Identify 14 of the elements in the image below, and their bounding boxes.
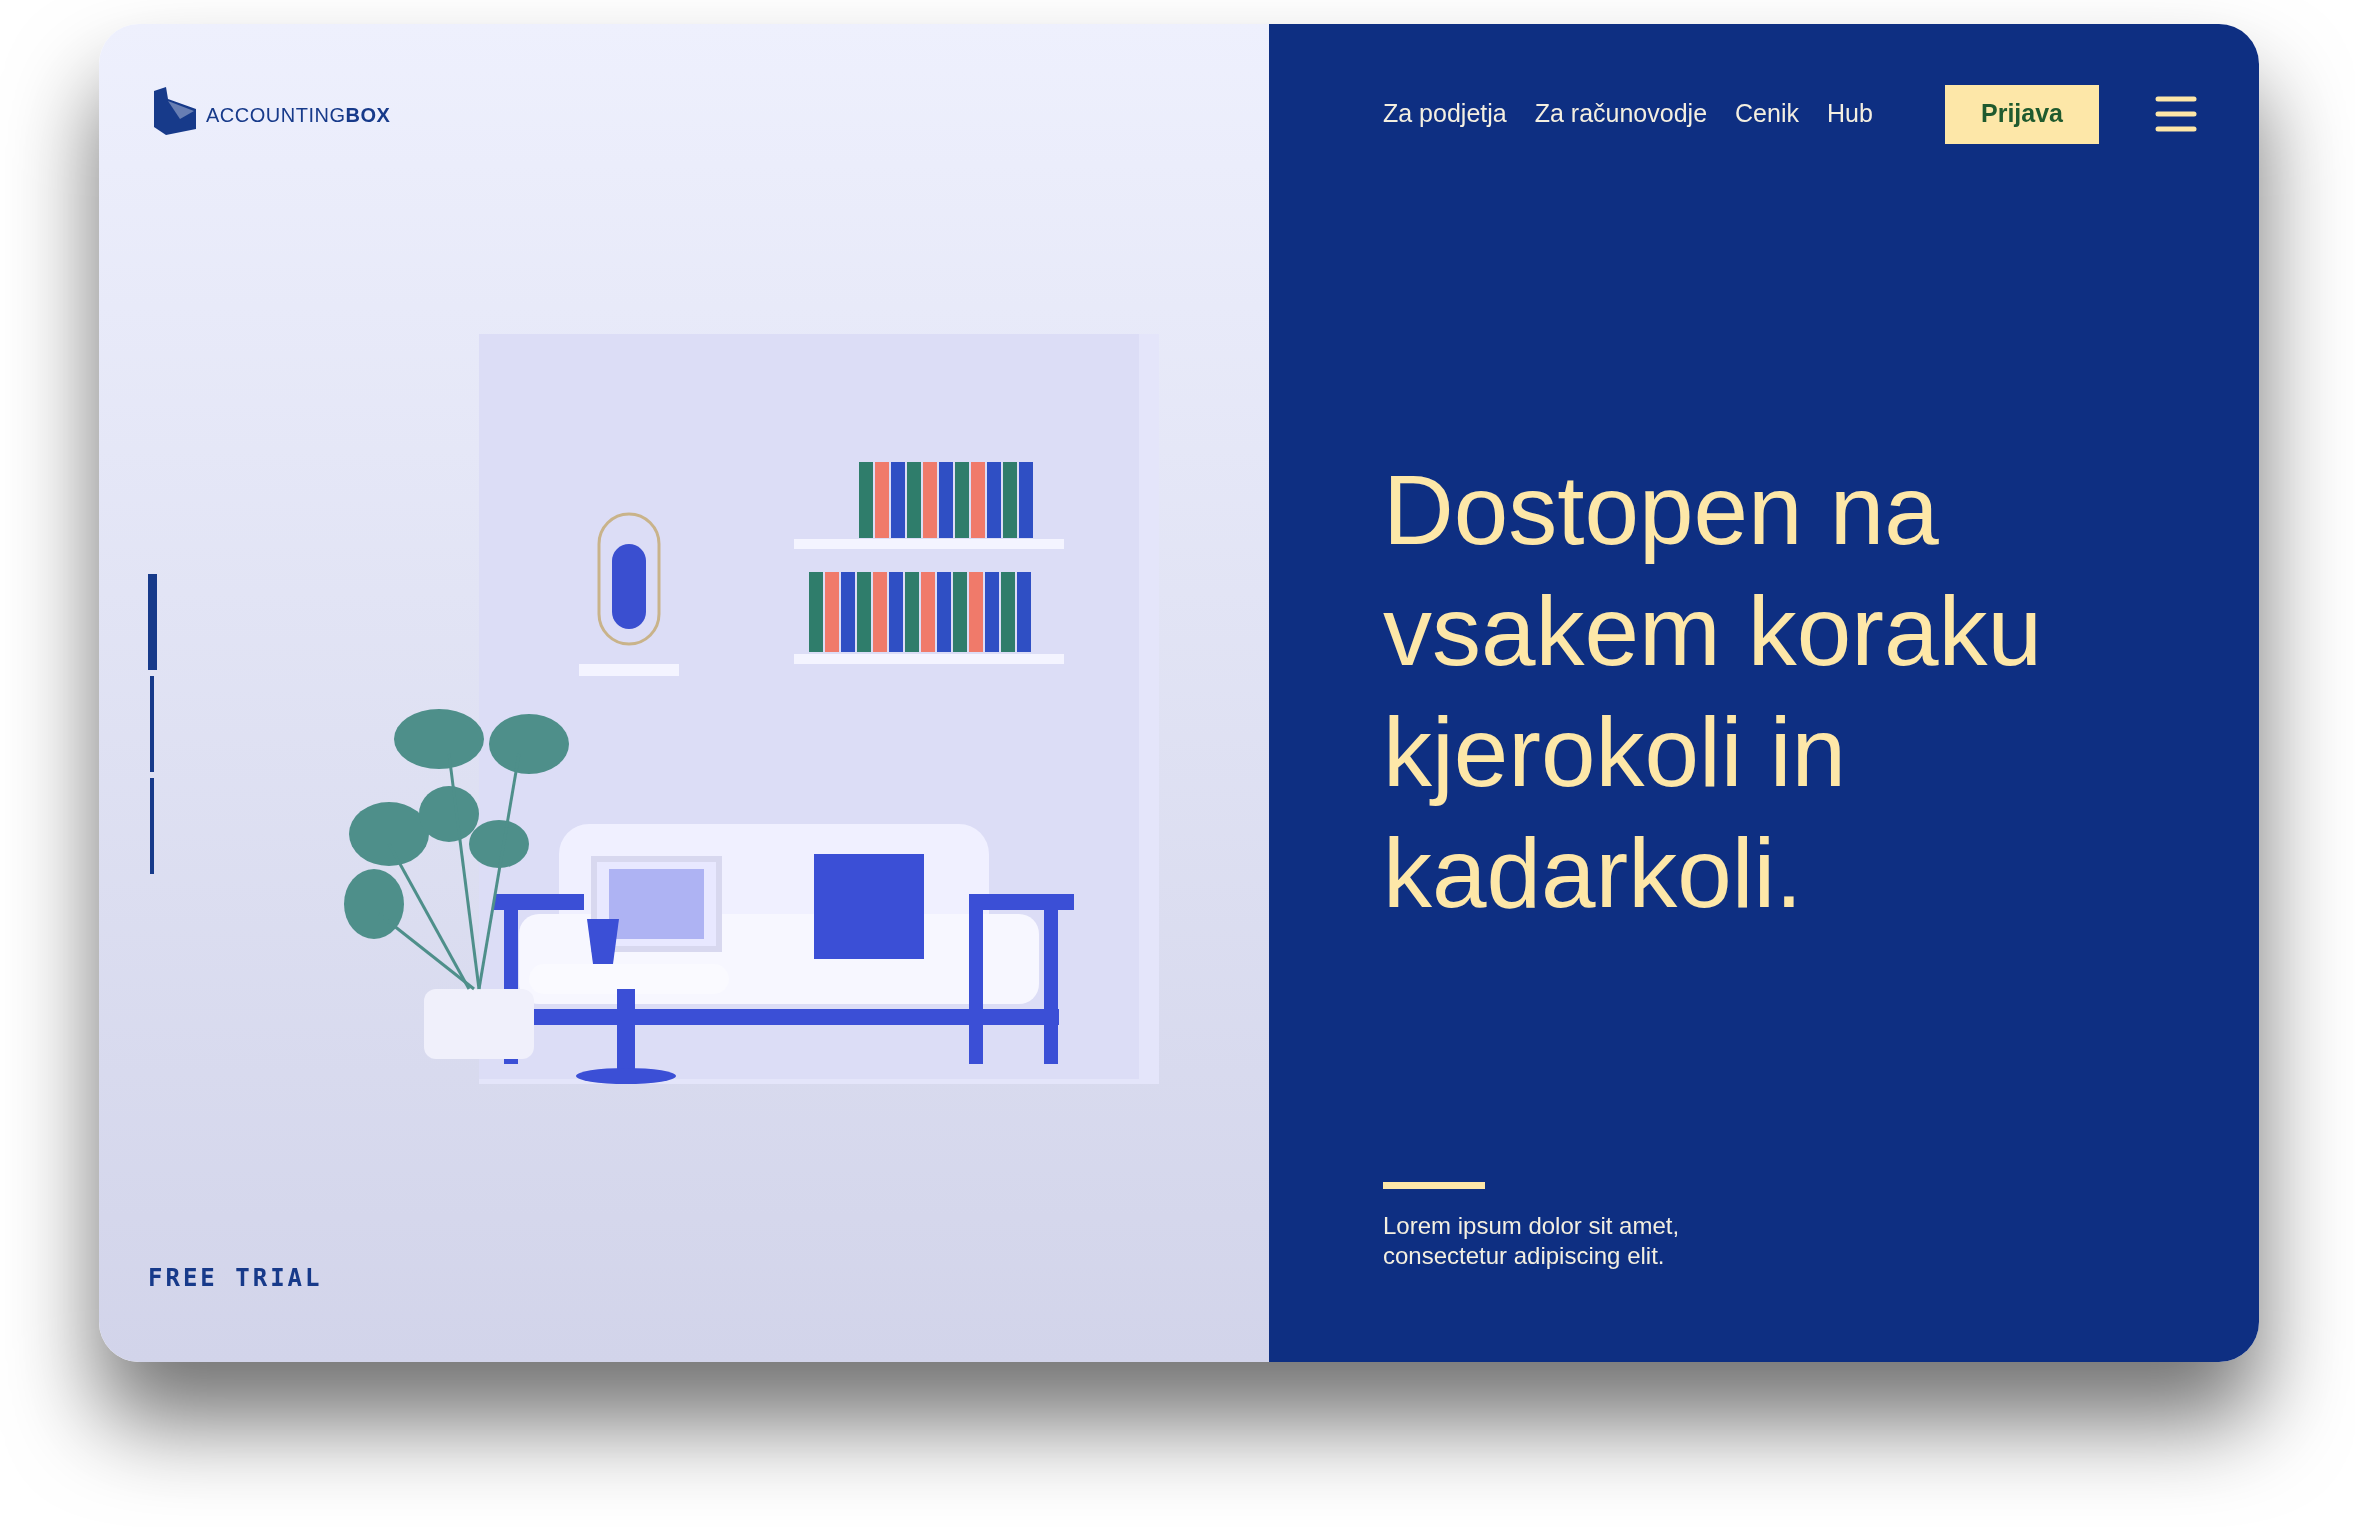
login-button[interactable]: Prijava [1945, 84, 2099, 144]
slide-indicator[interactable] [150, 676, 154, 772]
free-trial-link[interactable]: FREE TRIAL [148, 1264, 323, 1292]
menu-icon[interactable] [2155, 96, 2197, 132]
hero-subtext: Lorem ipsum dolor sit amet, consectetur adipiscing elit. [1383, 1211, 1681, 1271]
logo-icon [152, 87, 198, 135]
hero-heading: Dostopen na vsakem koraku kjerokoli in kadarkoli. [1383, 454, 2043, 930]
slide-indicator[interactable] [150, 778, 154, 874]
nav-link[interactable]: Za računovodje [1534, 95, 1708, 133]
nav-link[interactable]: Hub [1826, 95, 1873, 133]
logo-text[interactable]: ACCOUNTINGBOX [206, 100, 391, 130]
slide-indicator[interactable] [148, 574, 157, 670]
nav-link[interactable]: Cenik [1735, 95, 1799, 133]
nav-link[interactable]: Za podjetja [1383, 95, 1507, 133]
